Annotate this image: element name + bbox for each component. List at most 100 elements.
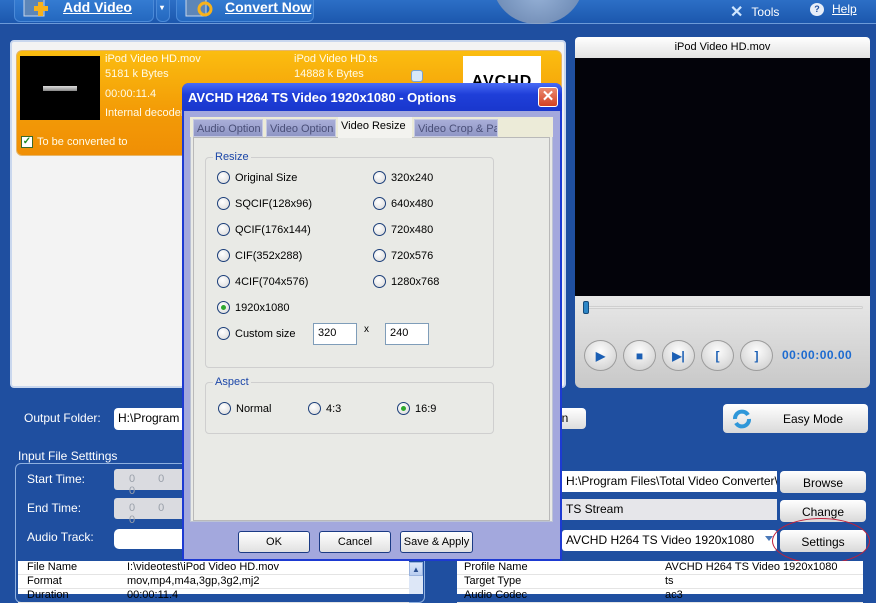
radio-icon xyxy=(373,171,386,184)
radio-4cif[interactable]: 4CIF(704x576) xyxy=(217,275,308,288)
info-key: Duration xyxy=(27,589,69,601)
convert-now-button[interactable]: Convert Now xyxy=(176,0,314,22)
ok-button[interactable]: OK xyxy=(238,531,310,553)
audio-track-label: Audio Track: xyxy=(27,530,94,544)
tools-label: Tools xyxy=(751,5,780,19)
radio-cif[interactable]: CIF(352x288) xyxy=(217,249,302,262)
add-video-label: Add Video xyxy=(63,0,132,15)
start-time-label: Start Time: xyxy=(27,472,86,486)
tools-menu[interactable]: ✕ Tools xyxy=(730,2,779,22)
table-row: Target Type ts xyxy=(457,575,863,589)
destination-path-field[interactable]: H:\Program Files\Total Video Converter\C… xyxy=(562,471,777,492)
target-file-size: 14888 k Bytes xyxy=(294,68,364,80)
input-info-table: File Name I:\videotest\iPod Video HD.mov… xyxy=(18,561,409,603)
radio-icon xyxy=(217,275,230,288)
output-info-table: Profile Name AVCHD H264 TS Video 1920x10… xyxy=(457,561,863,603)
next-frame-button[interactable]: ▶| xyxy=(662,340,695,371)
custom-width-input[interactable]: 320 xyxy=(313,323,357,345)
radio-icon xyxy=(217,327,230,340)
radio-icon xyxy=(217,197,230,210)
radio-aspect-16-9[interactable]: 16:9 xyxy=(397,402,436,415)
radio-label: QCIF(176x144) xyxy=(235,223,311,236)
radio-1920x1080[interactable]: 1920x1080 xyxy=(217,301,289,314)
source-file-name: iPod Video HD.mov xyxy=(105,53,201,65)
radio-label: 720x480 xyxy=(391,223,434,236)
stop-button[interactable]: ■ xyxy=(623,340,656,371)
tab-audio-option[interactable]: Audio Option xyxy=(193,119,263,137)
table-row: Profile Name AVCHD H264 TS Video 1920x10… xyxy=(457,561,863,575)
help-menu[interactable]: ? Help xyxy=(810,2,857,16)
cancel-button[interactable]: Cancel xyxy=(319,531,391,553)
audio-track-select[interactable] xyxy=(114,529,189,549)
radio-label: Custom size xyxy=(235,327,296,340)
radio-aspect-4-3[interactable]: 4:3 xyxy=(308,402,341,415)
next-frame-icon: ▶| xyxy=(672,348,685,363)
radio-label: 16:9 xyxy=(415,402,437,415)
radio-label: 1920x1080 xyxy=(235,301,290,314)
radio-aspect-normal[interactable]: Normal xyxy=(218,402,271,415)
info-value: 00:00:11.4 xyxy=(127,589,179,601)
radio-icon xyxy=(373,249,386,262)
times-symbol: x xyxy=(364,324,369,335)
radio-sqcif[interactable]: SQCIF(128x96) xyxy=(217,197,312,210)
radio-label: Normal xyxy=(236,402,272,415)
chevron-down-icon: ▾ xyxy=(160,2,165,12)
magnifier-icon[interactable] xyxy=(411,70,423,82)
target-file-name: iPod Video HD.ts xyxy=(294,53,378,65)
easy-mode-button[interactable]: Easy Mode xyxy=(723,404,868,433)
info-value: I:\videotest\iPod Video HD.mov xyxy=(127,561,280,573)
refresh-icon xyxy=(731,408,753,433)
save-apply-button[interactable]: Save & Apply xyxy=(400,531,473,553)
scroll-up-button[interactable]: ▲ xyxy=(409,562,423,576)
radio-custom-size[interactable]: Custom size xyxy=(217,327,296,340)
radio-label: 320x240 xyxy=(391,171,434,184)
timecode-display: 00:00:00.00 xyxy=(782,348,853,362)
radio-icon xyxy=(217,249,230,262)
add-video-dropdown[interactable]: ▾ xyxy=(156,0,170,22)
add-video-button[interactable]: Add Video xyxy=(14,0,154,22)
radio-icon xyxy=(373,223,386,236)
browse-button[interactable]: Browse xyxy=(780,471,866,493)
radio-qcif[interactable]: QCIF(176x144) xyxy=(217,223,311,236)
help-label: Help xyxy=(832,2,857,16)
convert-icon xyxy=(185,0,215,18)
mark-in-button[interactable]: [ xyxy=(701,340,734,371)
radio-label: 1280x768 xyxy=(391,275,440,288)
profile-select[interactable]: AVCHD H264 TS Video 1920x1080 xyxy=(562,530,777,551)
radio-icon xyxy=(218,402,231,415)
convert-now-label: Convert Now xyxy=(225,0,312,15)
end-time-field[interactable]: 0 0 0 xyxy=(114,498,189,526)
radio-320x240[interactable]: 320x240 xyxy=(373,171,433,184)
mark-out-icon: ] xyxy=(754,348,759,363)
info-key: Format xyxy=(27,575,62,587)
seek-handle[interactable] xyxy=(583,301,589,314)
radio-icon xyxy=(397,402,410,415)
play-button[interactable]: ▶ xyxy=(584,340,617,371)
close-icon: ✕ xyxy=(541,88,555,105)
custom-height-input[interactable]: 240 xyxy=(385,323,429,345)
stop-icon: ■ xyxy=(635,348,644,363)
info-value: mov,mp4,m4a,3gp,3g2,mj2 xyxy=(127,575,260,587)
seek-bar[interactable] xyxy=(585,306,863,309)
radio-icon xyxy=(217,301,230,314)
radio-640x480[interactable]: 640x480 xyxy=(373,197,433,210)
convert-checkbox-label: To be converted to xyxy=(37,136,128,148)
help-icon: ? xyxy=(810,2,824,16)
close-button[interactable]: ✕ xyxy=(538,87,558,107)
convert-checkbox[interactable]: ✓ xyxy=(21,136,33,148)
video-preview xyxy=(575,58,870,296)
tab-video-resize[interactable]: Video Resize xyxy=(338,117,412,138)
radio-720x576[interactable]: 720x576 xyxy=(373,249,433,262)
radio-1280x768[interactable]: 1280x768 xyxy=(373,275,439,288)
radio-720x480[interactable]: 720x480 xyxy=(373,223,433,236)
start-time-field[interactable]: 0 0 0 xyxy=(114,469,189,497)
scrollbar[interactable] xyxy=(409,576,423,594)
mark-out-button[interactable]: ] xyxy=(740,340,773,371)
radio-icon xyxy=(308,402,321,415)
tab-video-option[interactable]: Video Option xyxy=(266,119,336,137)
radio-label: Original Size xyxy=(235,171,298,184)
info-key: Audio Codec xyxy=(464,589,527,601)
tab-video-crop-pad[interactable]: Video Crop & Pad xyxy=(414,119,498,137)
radio-original-size[interactable]: Original Size xyxy=(217,171,297,184)
input-settings-title: Input File Setttings xyxy=(18,449,118,463)
